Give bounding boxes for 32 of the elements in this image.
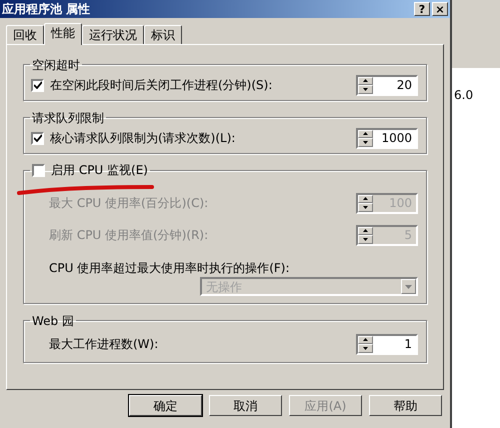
window-title: 应用程序池 属性 [2, 1, 90, 18]
help-button[interactable]: ? [414, 2, 430, 16]
version-text: 6.0 [454, 88, 474, 102]
spin-box[interactable]: 1000 [356, 128, 418, 148]
tab[interactable]: 标识 [144, 25, 182, 44]
spin-value: 20 [396, 77, 412, 94]
group-title: 空闲超时 [32, 58, 80, 72]
option-label: 刷新 CPU 使用率值(分钟)(R): [49, 227, 208, 244]
option-label: 最大工作进程数(W): [49, 336, 158, 353]
dialog-button[interactable]: 确定 [129, 395, 202, 416]
check-icon [34, 81, 42, 89]
spin-box[interactable]: 20 [356, 74, 418, 96]
option-label: 在空闲此段时间后关闭工作进程(分钟)(S): [50, 77, 272, 94]
spin-value: 1000 [381, 130, 412, 147]
tab[interactable]: 回收 [6, 25, 44, 44]
checkbox[interactable] [31, 78, 44, 92]
spin-value: 1 [404, 336, 412, 353]
dialog-button[interactable]: 取消 [209, 395, 282, 416]
option-label: 最大 CPU 使用率(百分比)(C): [49, 195, 208, 212]
group-title: Web 园 [32, 314, 74, 328]
tab[interactable]: 性能 [44, 23, 82, 45]
check-icon [34, 134, 42, 142]
option-label: 核心请求队列限制为(请求次数)(L): [50, 130, 236, 147]
option-label: CPU 使用率超过最大使用率时执行的操作(F): [49, 260, 290, 277]
close-button[interactable]: × [432, 2, 448, 16]
group-label: 启用 CPU 监视(E) [51, 163, 148, 177]
checkbox[interactable] [32, 164, 45, 176]
tab[interactable]: 运行状况 [82, 25, 144, 44]
dialog-button[interactable]: 帮助 [369, 395, 442, 416]
checkbox[interactable] [31, 132, 44, 144]
group-title: 请求队列限制 [32, 111, 104, 125]
spin-box[interactable]: 1 [356, 334, 418, 354]
